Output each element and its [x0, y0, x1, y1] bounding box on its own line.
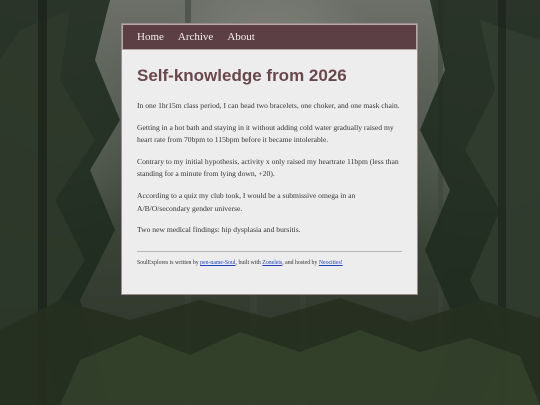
nav-link-about[interactable]: About: [227, 31, 255, 43]
author-link[interactable]: pen-name-Soul: [200, 260, 235, 266]
post-paragraph: According to a quiz my club took, I woul…: [137, 190, 356, 213]
post-paragraph: In one 1hr15m class period, I can bead t…: [137, 101, 400, 110]
post-paragraph: Getting in a hot bath and staying in it …: [137, 122, 394, 145]
post-paragraph: Two new medical findings: hip dysplasia …: [137, 225, 301, 235]
footer-divider: [137, 250, 402, 252]
post-content: Self-knowledge from 2026 In one 1hr15m c…: [122, 50, 417, 268]
footer-text: SoulExplores is written by: [137, 259, 201, 266]
neocities-link[interactable]: Neocities!: [319, 260, 343, 266]
content-card: Home Archive About Self-knowledge from 2…: [122, 24, 417, 294]
nav-link-home[interactable]: Home: [137, 31, 164, 43]
zonelets-link[interactable]: Zonelets: [262, 260, 282, 266]
site-footer: SoulExplores is written by pen-name-Soul…: [137, 259, 402, 268]
post-title: Self-knowledge from 2026: [137, 66, 347, 85]
post-paragraph: Contrary to my initial hypothesis, activ…: [137, 156, 399, 179]
footer-text: , and hosted by: [282, 259, 319, 266]
top-navigation: Home Archive About: [122, 24, 417, 50]
footer-text: , built with: [235, 259, 263, 266]
nav-link-archive[interactable]: Archive: [178, 31, 213, 43]
